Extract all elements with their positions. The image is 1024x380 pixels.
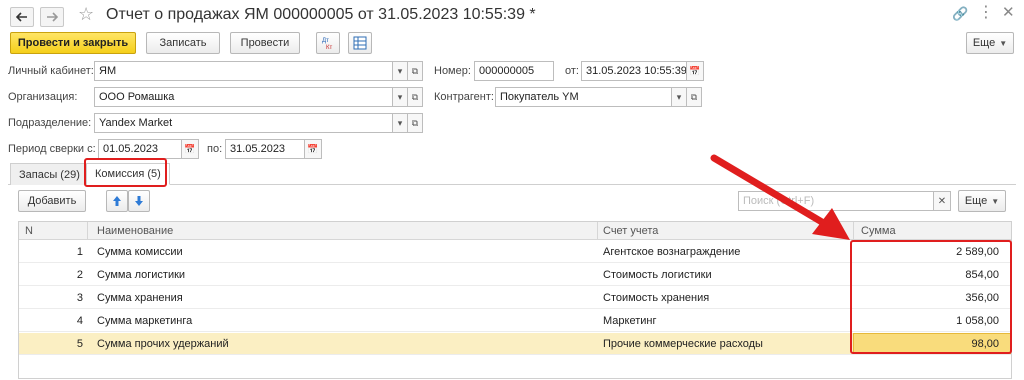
save-button[interactable]: Записать	[146, 32, 220, 54]
header-sum[interactable]: Сумма	[861, 225, 896, 237]
date-label: от:	[565, 65, 579, 77]
cabinet-field[interactable]: ЯМ	[94, 61, 393, 81]
back-button[interactable]	[10, 7, 34, 27]
row-account: Прочие коммерческие расходы	[603, 338, 763, 350]
debit-credit-button[interactable]: Дт Кт	[316, 32, 340, 54]
report-button[interactable]	[348, 32, 372, 54]
contractor-open-button[interactable]: ⧉	[686, 87, 702, 107]
period-label: Период сверки с:	[8, 143, 96, 155]
period-from-calendar-button[interactable]: 📅	[181, 139, 199, 159]
row-number: 3	[76, 292, 83, 304]
chevron-down-icon: ▼	[991, 196, 1000, 206]
move-down-button[interactable]	[128, 190, 150, 212]
cabinet-open-button[interactable]: ⧉	[407, 61, 423, 81]
link-icon[interactable]: 🔗	[952, 6, 968, 22]
table-header: N Наименование Счет учета Сумма	[19, 222, 1011, 240]
chevron-down-icon: ▼	[999, 38, 1008, 48]
row-name: Сумма маркетинга	[97, 315, 193, 327]
period-to-field[interactable]: 31.05.2023	[225, 139, 305, 159]
post-and-close-button[interactable]: Провести и закрыть	[10, 32, 136, 54]
header-account[interactable]: Счет учета	[603, 225, 658, 237]
division-open-button[interactable]: ⧉	[407, 113, 423, 133]
period-from-field[interactable]: 01.05.2023	[98, 139, 182, 159]
close-icon[interactable]: ✕	[1002, 3, 1015, 21]
header-n[interactable]: N	[25, 225, 33, 237]
row-name: Сумма логистики	[97, 269, 186, 281]
annotation-arrow	[710, 154, 850, 240]
page-title: Отчет о продажах ЯМ 000000005 от 31.05.2…	[106, 6, 536, 23]
row-name: Сумма хранения	[97, 292, 183, 304]
row-number: 2	[76, 269, 83, 281]
period-to-label: по:	[207, 143, 223, 155]
table-more-button[interactable]: Еще ▼	[958, 190, 1006, 212]
row-account: Стоимость хранения	[603, 292, 710, 304]
menu-dots-icon[interactable]: ⋮	[978, 2, 994, 22]
svg-text:Дт: Дт	[322, 38, 329, 44]
number-field[interactable]: 000000005	[474, 61, 554, 81]
organization-open-button[interactable]: ⧉	[407, 87, 423, 107]
contractor-field[interactable]: Покупатель YM	[495, 87, 672, 107]
favorite-star-icon[interactable]: ☆	[78, 4, 94, 25]
calendar-button[interactable]: 📅	[686, 61, 704, 81]
row-name: Сумма прочих удержаний	[97, 338, 229, 350]
number-label: Номер:	[434, 65, 471, 77]
organization-dropdown-button[interactable]: ▾	[392, 87, 408, 107]
row-account: Стоимость логистики	[603, 269, 712, 281]
division-label: Подразделение:	[8, 117, 92, 129]
division-field[interactable]: Yandex Market	[94, 113, 393, 133]
debit-credit-icon: Дт Кт	[322, 38, 332, 50]
tab-highlight-box	[84, 158, 167, 187]
contractor-label: Контрагент:	[434, 91, 494, 103]
move-up-button[interactable]	[106, 190, 128, 212]
sum-highlight-box	[850, 240, 1012, 354]
arrow-down-icon	[135, 196, 143, 206]
post-button[interactable]: Провести	[230, 32, 300, 54]
forward-button[interactable]	[40, 7, 64, 27]
row-number: 5	[76, 338, 83, 350]
search-clear-button[interactable]: ✕	[933, 191, 951, 211]
date-field[interactable]: 31.05.2023 10:55:39	[581, 61, 687, 81]
arrow-left-icon	[16, 12, 27, 22]
row-number: 4	[76, 315, 83, 327]
tab-stocks[interactable]: Запасы (29)	[10, 163, 89, 185]
arrow-up-icon	[113, 196, 121, 206]
period-to-calendar-button[interactable]: 📅	[304, 139, 322, 159]
arrow-right-icon	[47, 12, 58, 22]
organization-field[interactable]: ООО Ромашка	[94, 87, 393, 107]
contractor-dropdown-button[interactable]: ▾	[671, 87, 687, 107]
header-name[interactable]: Наименование	[97, 225, 173, 237]
row-name: Сумма комиссии	[97, 246, 183, 258]
add-button[interactable]: Добавить	[18, 190, 86, 212]
organization-label: Организация:	[8, 91, 78, 103]
division-dropdown-button[interactable]: ▾	[392, 113, 408, 133]
svg-text:Кт: Кт	[326, 45, 332, 50]
cabinet-label: Личный кабинет:	[8, 65, 94, 77]
row-account: Маркетинг	[603, 315, 657, 327]
row-number: 1	[76, 246, 83, 258]
report-table-icon	[353, 36, 367, 50]
more-button[interactable]: Еще ▼	[966, 32, 1014, 54]
cabinet-dropdown-button[interactable]: ▾	[392, 61, 408, 81]
